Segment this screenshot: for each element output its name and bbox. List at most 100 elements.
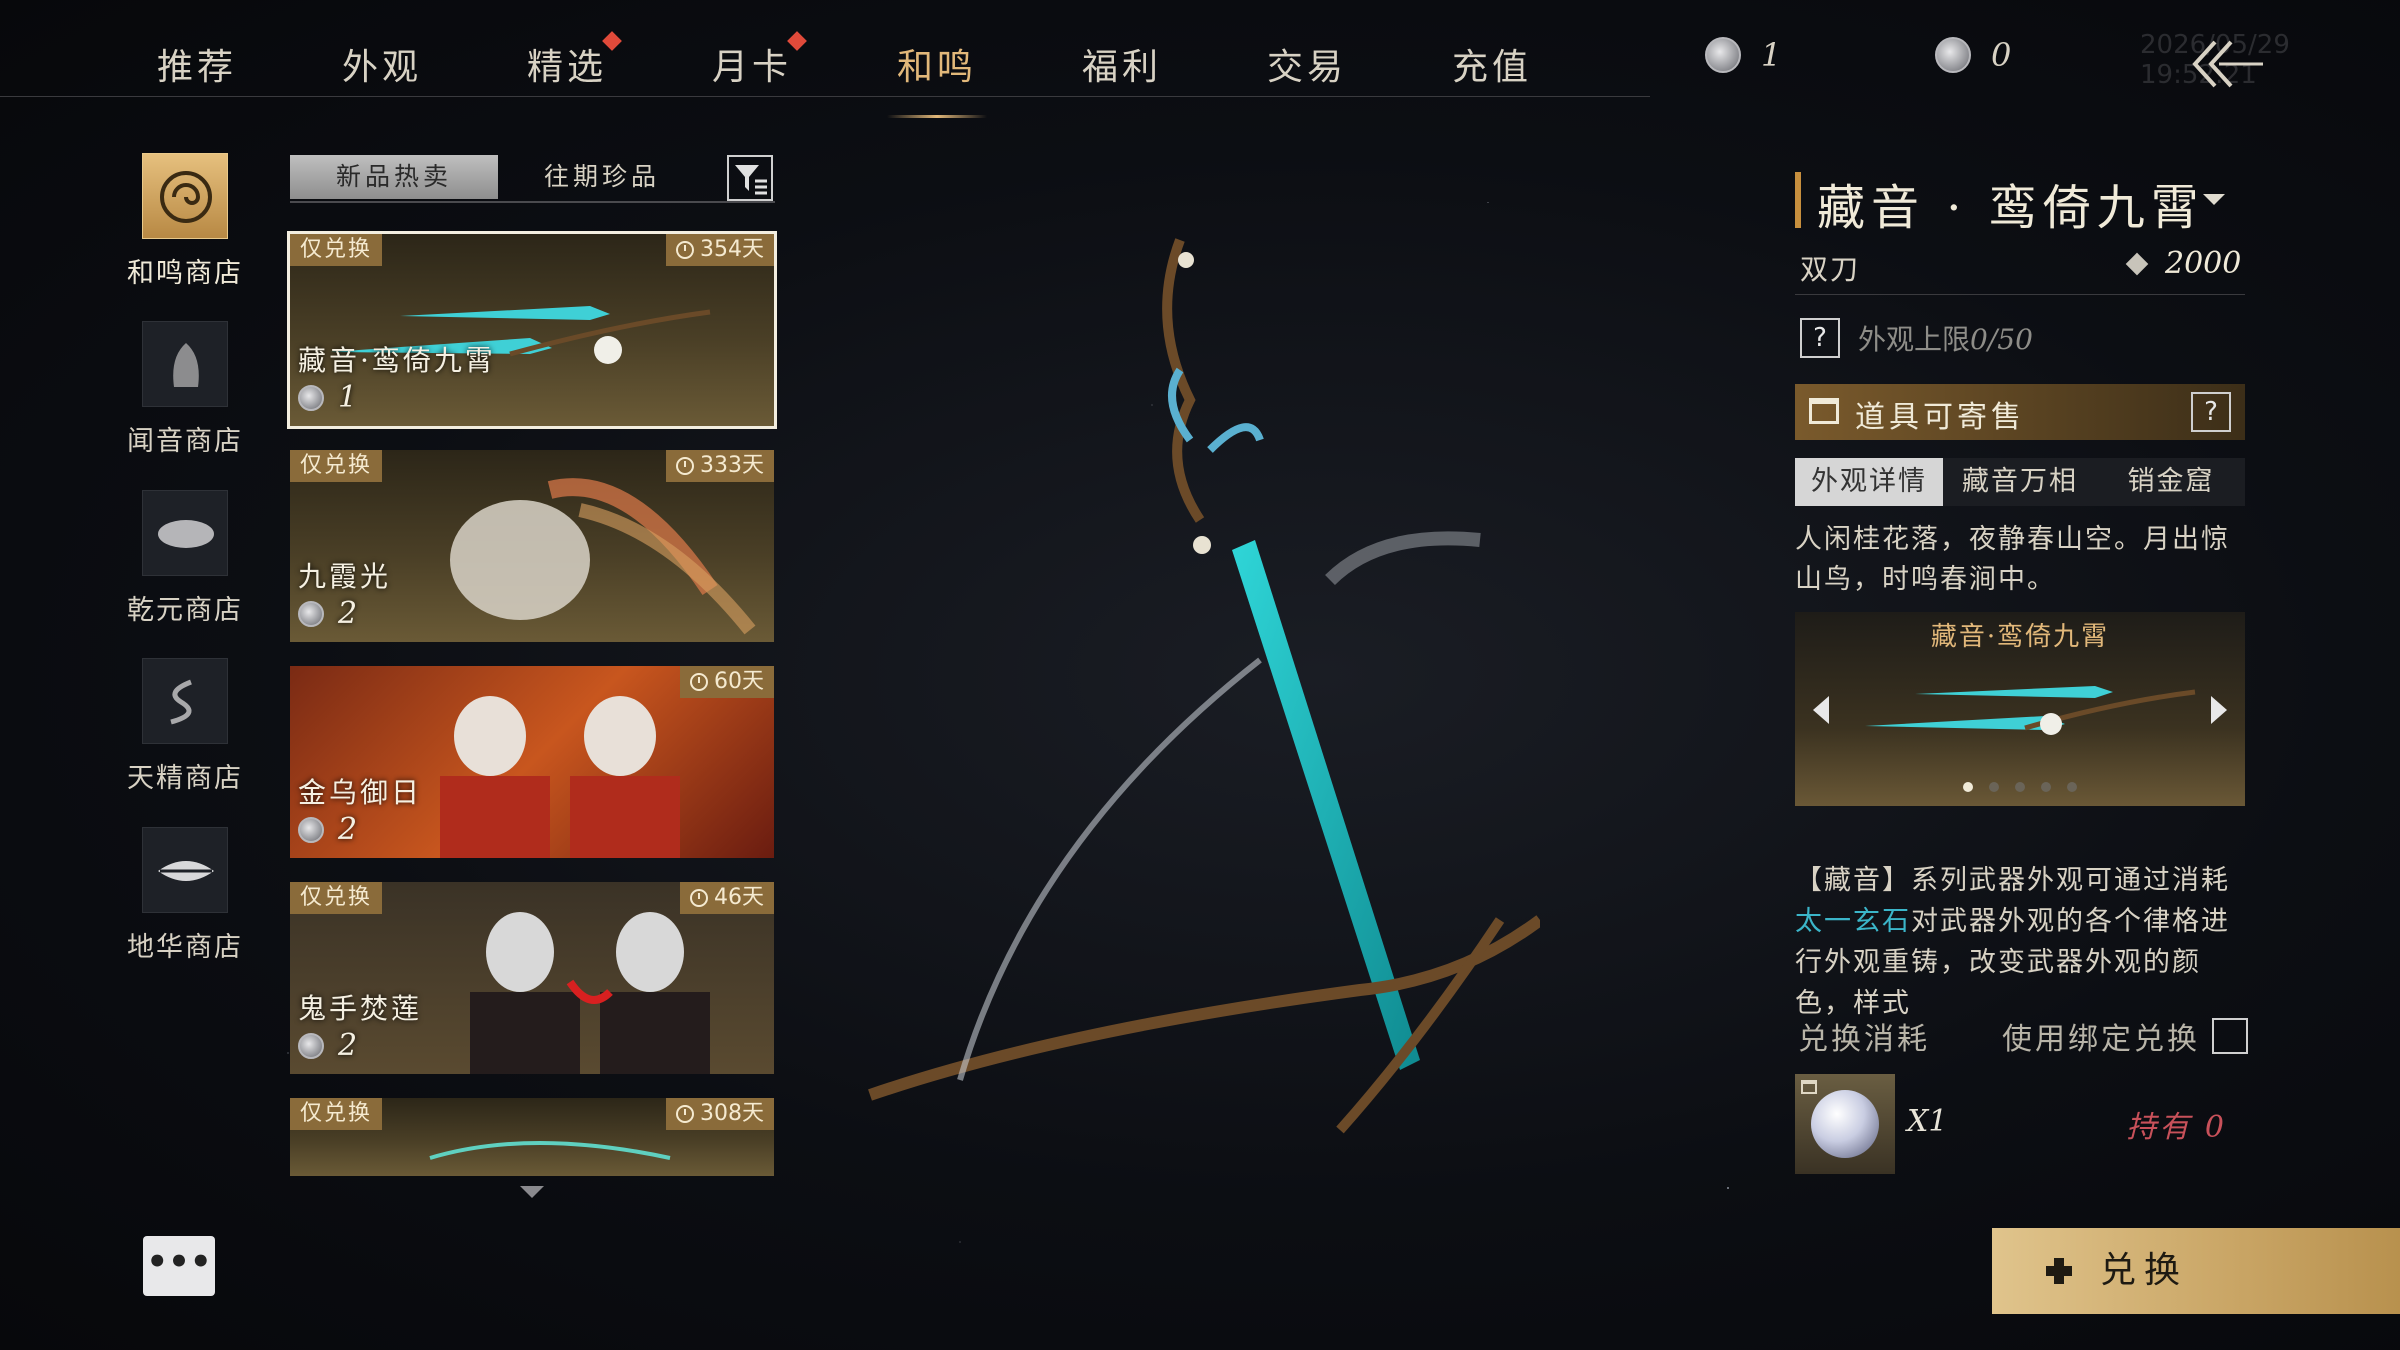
bell-icon — [173, 343, 199, 387]
page-dot[interactable] — [2015, 782, 2025, 792]
tab-recharge[interactable]: 充值 — [1422, 38, 1562, 90]
currency-amount: 0 — [1991, 36, 2012, 74]
cost-row: 兑换消耗 使用绑定兑换 — [1798, 1014, 2248, 1062]
owned-count: 持有 0 — [2126, 1110, 2227, 1145]
coin-icon — [1935, 37, 1971, 73]
subtab-past-treasures[interactable]: 往期珍品 — [498, 155, 706, 199]
list-subtabs: 新品热卖 往期珍品 — [290, 155, 775, 203]
currency-heming-coin: 1 — [1705, 36, 1781, 74]
item-price: 2 — [298, 596, 357, 631]
page-dot[interactable] — [1963, 782, 1973, 792]
exchange-only-tag: 仅兑换 — [290, 234, 383, 266]
item-name: 藏音·鸾倚九霄 — [298, 344, 496, 377]
chevron-down-icon[interactable] — [2203, 194, 2225, 205]
page-dot[interactable] — [1989, 782, 1999, 792]
cost-item-icon[interactable] — [1795, 1074, 1895, 1174]
exchange-only-tag: 仅兑换 — [290, 882, 383, 914]
blossom — [1193, 536, 1211, 554]
item-poem: 人闲桂花落，夜静春山空。月出惊山鸟，时鸣春涧中。 — [1795, 524, 2230, 595]
redeem-button[interactable]: 兑换 — [1992, 1228, 2400, 1314]
shop-item-card[interactable]: 仅兑换 333天 九霞光 2 — [290, 450, 774, 642]
help-icon[interactable]: ? — [2191, 392, 2231, 432]
shop-heming[interactable]: 和鸣商店 — [120, 153, 250, 290]
tab-appearance-details[interactable]: 外观详情 — [1795, 458, 1943, 506]
item-price: 1 — [298, 380, 357, 415]
lips-icon — [158, 861, 214, 881]
coin-icon — [298, 384, 324, 411]
tab-appearance[interactable]: 外观 — [312, 38, 452, 90]
shop-item-card[interactable]: 60天 金乌御日 2 — [290, 666, 774, 858]
shop-icon — [142, 153, 228, 239]
clock-icon — [676, 457, 694, 475]
subtab-new-hot[interactable]: 新品热卖 — [290, 155, 498, 199]
tab-xiaojinku[interactable]: 销金窟 — [2097, 458, 2245, 506]
coin-icon — [1705, 37, 1741, 73]
shop-icon — [142, 321, 228, 407]
page-dot[interactable] — [2067, 782, 2077, 792]
active-tab-underline — [887, 115, 987, 118]
currency-amount: 1 — [1761, 36, 1782, 74]
timestamp: 2026/05/29 19:52:21 — [2140, 30, 2290, 90]
tab-featured[interactable]: 精选 — [497, 31, 637, 90]
stone-icon — [158, 520, 214, 548]
wind-trail — [1325, 531, 1481, 586]
double-chevron-left-icon — [2192, 40, 2263, 88]
caret-left-icon[interactable] — [1813, 696, 1829, 724]
shop-tianjing[interactable]: 天精商店 — [120, 658, 250, 795]
item-description: 【藏音】系列武器外观可通过消耗太一玄石对武器外观的各个律格进行外观重铸，改变武器… — [1795, 865, 2230, 1019]
bind-exchange-label: 使用绑定兑换 — [2002, 1022, 2200, 1057]
item-title-row[interactable]: 藏音 · 鸾倚九霄 — [1795, 168, 2245, 236]
page-dot[interactable] — [2041, 782, 2051, 792]
clock-icon — [690, 889, 708, 907]
preview-carousel[interactable]: 藏音·鸾倚九霄 — [1795, 612, 2245, 806]
tab-trade[interactable]: 交易 — [1237, 38, 1377, 90]
item-title: 藏音 · 鸾倚九霄 — [1817, 180, 2205, 236]
shop-wenyin[interactable]: 闻音商店 — [120, 321, 250, 458]
item-name: 鬼手焚莲 — [298, 992, 423, 1025]
appearance-limit: ? 外观上限0/50 — [1800, 318, 2033, 358]
item-price: 2 — [298, 1028, 357, 1063]
cost-item: X1 持有 0 — [1795, 1074, 2245, 1174]
weapon-type: 双刀 — [1800, 253, 1861, 286]
coin-icon — [298, 816, 324, 843]
help-icon[interactable]: ? — [1800, 318, 1840, 358]
dragon-icon — [170, 679, 192, 725]
caret-right-icon[interactable] — [2211, 696, 2227, 724]
consignable-banner: 道具可寄售 ? — [1795, 384, 2245, 440]
tab-recommend[interactable]: 推荐 — [127, 38, 267, 90]
currency-bound-coin: 0 — [1935, 36, 2011, 74]
swirl-icon — [160, 171, 212, 223]
clock-icon — [676, 241, 694, 259]
bind-exchange-checkbox[interactable] — [2212, 1018, 2248, 1054]
shop-dihua[interactable]: 地华商店 — [120, 827, 250, 964]
shop-item-card[interactable]: 仅兑换 308天 — [290, 1098, 774, 1176]
preview-title: 藏音·鸾倚九霄 — [1930, 622, 2110, 652]
tab-cangyin-wanxiang[interactable]: 藏音万相 — [1946, 458, 2094, 506]
remaining-days: 308天 — [666, 1098, 774, 1130]
exchange-only-tag: 仅兑换 — [290, 450, 383, 482]
tab-monthly-card[interactable]: 月卡 — [682, 31, 822, 90]
shop-qianyuan[interactable]: 乾元商店 — [120, 490, 250, 627]
blossom — [1178, 252, 1194, 268]
scroll-down-icon[interactable] — [520, 1186, 544, 1198]
clock-icon — [676, 1105, 694, 1123]
more-button[interactable]: ••• — [143, 1236, 215, 1296]
filter-button[interactable] — [727, 155, 773, 201]
store-icon — [1809, 398, 1839, 424]
gem-icon — [2125, 252, 2149, 276]
title-accent-bar — [1795, 172, 1801, 228]
back-button[interactable] — [2185, 36, 2265, 92]
shop-item-card[interactable]: 仅兑换 46天 鬼手焚莲 2 — [290, 882, 774, 1074]
item-name: 金乌御日 — [298, 776, 423, 809]
carousel-indicator — [1795, 777, 2245, 796]
shop-item-card[interactable]: 仅兑换 354天 藏音·鸾倚九霄 1 — [287, 231, 777, 429]
subtab-divider — [290, 201, 775, 203]
weapon-preview[interactable] — [860, 200, 1540, 1160]
top-navigation: 推荐 外观 精选 月卡 和鸣 福利 交易 充值 — [0, 0, 1650, 118]
tab-welfare[interactable]: 福利 — [1052, 38, 1192, 90]
shop-icon — [142, 490, 228, 576]
item-price: 2 — [298, 812, 357, 847]
tab-heming[interactable]: 和鸣 — [867, 38, 1007, 118]
item-name: 九霞光 — [298, 560, 392, 593]
remaining-days: 354天 — [666, 234, 774, 266]
